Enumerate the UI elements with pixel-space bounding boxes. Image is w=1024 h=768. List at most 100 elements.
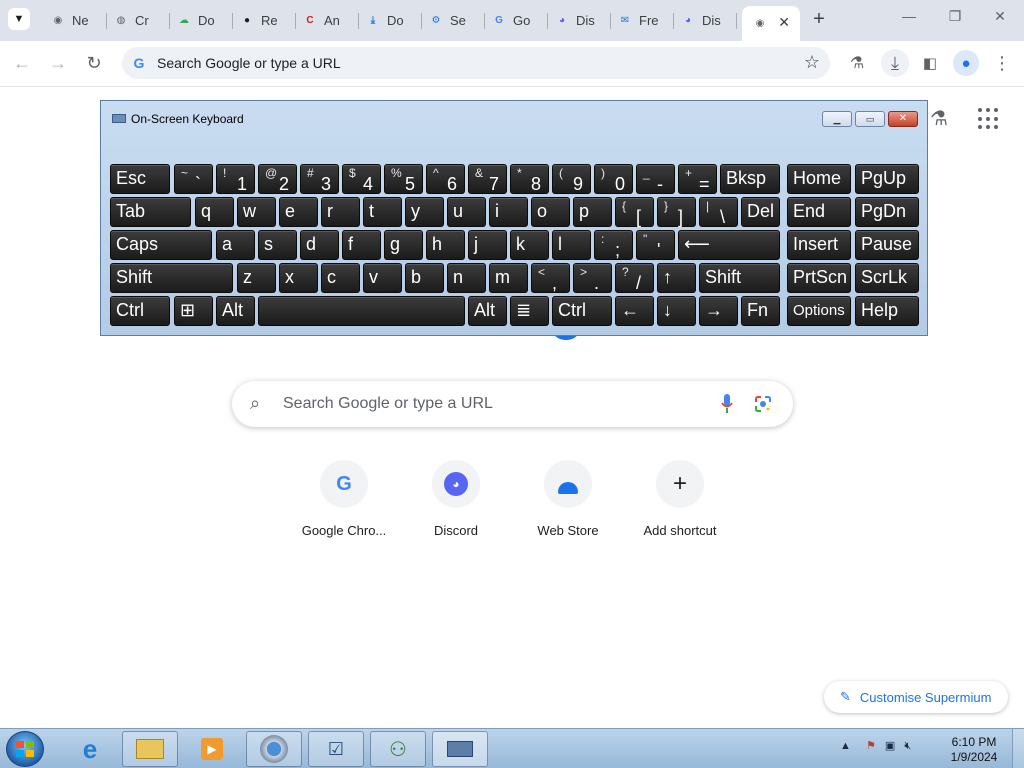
osk-key-1-16[interactable]: PgDn: [855, 197, 919, 227]
network-icon[interactable]: ▣: [885, 740, 895, 752]
osk-key-1-1[interactable]: q: [195, 197, 234, 227]
tab-1[interactable]: ◍ Cr: [107, 6, 170, 35]
osk-key-1-15[interactable]: End: [787, 197, 851, 227]
osk-key-4-8[interactable]: ↓: [657, 296, 696, 326]
osk-key-1-5[interactable]: t: [363, 197, 402, 227]
osk-key-4-11[interactable]: Options: [787, 296, 851, 326]
omnibox[interactable]: G Search Google or type a URL ☆: [122, 47, 830, 79]
osk-titlebar[interactable]: On-Screen Keyboard ▁ ▭ ✕: [101, 101, 927, 131]
show-desktop-button[interactable]: [1012, 729, 1024, 768]
labs-button[interactable]: ⚗: [845, 51, 869, 75]
osk-key-2-13[interactable]: Insert: [787, 230, 851, 260]
osk-key-2-4[interactable]: f: [342, 230, 381, 260]
osk-key-4-12[interactable]: Help: [855, 296, 919, 326]
clock[interactable]: 6:10 PM 1/9/2024: [948, 735, 1000, 765]
osk-key-2-14[interactable]: Pause: [855, 230, 919, 260]
osk-key-3-11[interactable]: ↑: [657, 263, 696, 293]
osk-key-1-2[interactable]: w: [237, 197, 276, 227]
osk-key-0-15[interactable]: Home: [787, 164, 851, 194]
osk-key-0-2[interactable]: ! 1: [216, 164, 255, 194]
osk-key-1-11[interactable]: {[: [615, 197, 654, 227]
shortcut-add[interactable]: + Add shortcut: [624, 460, 736, 538]
osk-key-3-4[interactable]: v: [363, 263, 402, 293]
osk-key-0-8[interactable]: & 7: [468, 164, 507, 194]
profile-button[interactable]: ●: [953, 50, 979, 76]
tab-6[interactable]: ⚙ Se: [422, 6, 485, 35]
side-panel-button[interactable]: ◧: [918, 51, 942, 75]
osk-key-0-16[interactable]: PgUp: [855, 164, 919, 194]
taskbar-file-explorer[interactable]: [122, 731, 178, 767]
osk-key-3-3[interactable]: c: [321, 263, 360, 293]
tab-9[interactable]: ✉ Fre: [611, 6, 674, 35]
osk-key-0-0[interactable]: Esc: [110, 164, 170, 194]
osk-key-4-1[interactable]: ⊞: [174, 296, 213, 326]
osk-key-4-0[interactable]: Ctrl: [110, 296, 170, 326]
osk-key-0-11[interactable]: ) 0: [594, 164, 633, 194]
osk-key-2-11[interactable]: " ': [636, 230, 675, 260]
taskbar-on-screen-keyboard[interactable]: [432, 731, 488, 767]
osk-key-3-7[interactable]: m: [489, 263, 528, 293]
osk-key-4-7[interactable]: ←: [615, 296, 654, 326]
osk-key-3-2[interactable]: x: [279, 263, 318, 293]
osk-key-2-8[interactable]: k: [510, 230, 549, 260]
osk-key-2-9[interactable]: l: [552, 230, 591, 260]
minimize-button[interactable]: —: [899, 8, 919, 24]
osk-key-3-13[interactable]: PrtScn: [787, 263, 851, 293]
apps-grid-button[interactable]: [978, 106, 1002, 130]
osk-key-2-12[interactable]: ⟵: [678, 230, 780, 260]
osk-key-1-14[interactable]: Del: [741, 197, 780, 227]
osk-key-0-9[interactable]: * 8: [510, 164, 549, 194]
osk-key-2-0[interactable]: Caps: [110, 230, 212, 260]
window-close-button[interactable]: ✕: [990, 8, 1010, 25]
tab-0[interactable]: ◉ Ne: [44, 6, 107, 35]
taskbar-people[interactable]: ⚇: [370, 731, 426, 767]
reload-button[interactable]: ↻: [82, 51, 106, 75]
osk-key-2-6[interactable]: h: [426, 230, 465, 260]
close-icon[interactable]: ✕: [778, 14, 790, 31]
start-button[interactable]: [6, 731, 44, 767]
menu-button[interactable]: ⋮: [990, 51, 1014, 75]
osk-key-2-7[interactable]: j: [468, 230, 507, 260]
tab-7[interactable]: G Go: [485, 6, 548, 35]
osk-key-4-2[interactable]: Alt: [216, 296, 255, 326]
bookmark-star-icon[interactable]: ☆: [804, 52, 820, 73]
osk-key-1-4[interactable]: r: [321, 197, 360, 227]
tab-3[interactable]: ● Re: [233, 6, 296, 35]
osk-key-4-10[interactable]: Fn: [741, 296, 780, 326]
osk-key-0-6[interactable]: % 5: [384, 164, 423, 194]
shortcut-web-store[interactable]: Web Store: [512, 460, 624, 538]
osk-key-4-5[interactable]: ≣: [510, 296, 549, 326]
osk-key-2-1[interactable]: a: [216, 230, 255, 260]
omnibox-placeholder[interactable]: Search Google or type a URL: [157, 55, 341, 71]
osk-key-0-1[interactable]: ~ `: [174, 164, 213, 194]
osk-key-0-13[interactable]: + =: [678, 164, 717, 194]
osk-key-0-4[interactable]: #3: [300, 164, 339, 194]
forward-button[interactable]: →: [46, 51, 70, 75]
osk-key-1-12[interactable]: }]: [657, 197, 696, 227]
new-tab-button[interactable]: +: [808, 9, 830, 31]
tab-4[interactable]: C An: [296, 6, 359, 35]
osk-key-2-3[interactable]: d: [300, 230, 339, 260]
osk-key-2-5[interactable]: g: [384, 230, 423, 260]
osk-key-3-8[interactable]: <,: [531, 263, 570, 293]
osk-key-0-5[interactable]: $4: [342, 164, 381, 194]
customise-button[interactable]: ✎ Customise Supermium: [824, 681, 1008, 713]
taskbar-app[interactable]: ☑: [308, 731, 364, 767]
shortcut-google-chrome[interactable]: G Google Chro...: [288, 460, 400, 538]
osk-key-3-10[interactable]: ? /: [615, 263, 654, 293]
maximize-button[interactable]: ❐: [945, 8, 965, 25]
osk-key-4-9[interactable]: →: [699, 296, 738, 326]
osk-key-1-13[interactable]: | \: [699, 197, 738, 227]
osk-key-2-10[interactable]: :;: [594, 230, 633, 260]
tab-5[interactable]: ⤓ Do: [359, 6, 422, 35]
osk-key-1-10[interactable]: p: [573, 197, 612, 227]
osk-key-0-10[interactable]: (9: [552, 164, 591, 194]
osk-key-0-3[interactable]: @2: [258, 164, 297, 194]
taskbar-internet-explorer[interactable]: e: [62, 731, 118, 767]
osk-key-3-14[interactable]: ScrLk: [855, 263, 919, 293]
ntp-search-box[interactable]: ⌕ Search Google or type a URL: [232, 381, 793, 427]
osk-key-3-5[interactable]: b: [405, 263, 444, 293]
action-center-icon[interactable]: ⚑: [866, 740, 876, 752]
tab-10[interactable]: ◕ Dis: [674, 6, 737, 35]
shortcut-discord[interactable]: ◕ Discord: [400, 460, 512, 538]
